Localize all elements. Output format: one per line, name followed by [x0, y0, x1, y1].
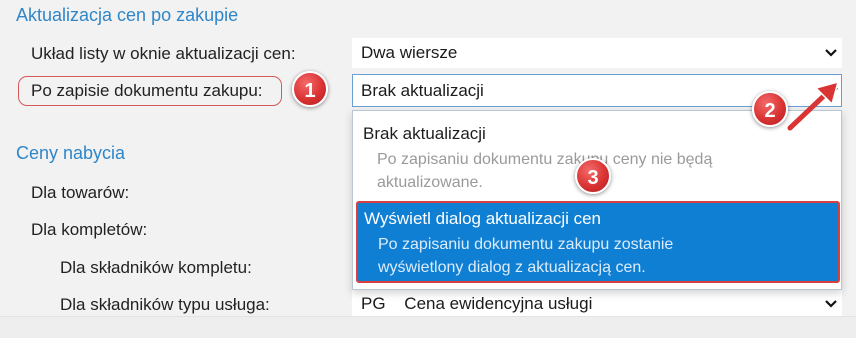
service-price-select[interactable]: PG Cena ewidencyjna usługi: [352, 289, 842, 319]
option-title: Brak aktualizacji: [363, 124, 486, 143]
set-components-label: Dla składników kompletu:: [60, 258, 252, 277]
option-description: Po zapisaniu dokumentu zakupu ceny nie b…: [377, 148, 712, 194]
list-layout-select[interactable]: Dwa wiersze: [352, 38, 842, 68]
panel-bottom-strip: [0, 316, 856, 338]
list-layout-value: Dwa wiersze: [361, 43, 458, 62]
annotation-arrow-icon: [787, 80, 840, 131]
sets-label: Dla kompletów:: [31, 220, 148, 239]
chevron-down-icon[interactable]: [824, 299, 838, 309]
option-title: Wyświetl dialog aktualizacji cen: [364, 209, 602, 228]
annotation-badge-1: 1: [292, 71, 328, 107]
service-price-value: Cena ewidencyjna usługi: [404, 294, 593, 313]
service-code: PG: [361, 294, 386, 313]
after-save-value: Brak aktualizacji: [361, 81, 484, 100]
option-description-line: Po zapisaniu dokumentu zakupu ceny nie b…: [377, 151, 713, 168]
section-title-price-update: Aktualizacja cen po zakupie: [16, 5, 239, 25]
after-save-label: Po zapisie dokumentu zakupu:: [31, 81, 263, 100]
goods-label: Dla towarów:: [31, 183, 130, 202]
list-layout-label: Układ listy w oknie aktualizacji cen:: [31, 44, 296, 63]
dropdown-option-show-dialog[interactable]: Wyświetl dialog aktualizacji cen Po zapi…: [356, 201, 840, 283]
option-description-line: Po zapisaniu dokumentu zakupu zostanie: [378, 236, 674, 253]
option-description-line: wyświetlony dialog z aktualizacją cen.: [378, 259, 646, 276]
option-description-line: aktualizowane.: [377, 174, 483, 191]
chevron-down-icon[interactable]: [824, 48, 838, 58]
option-description: Po zapisaniu dokumentu zakupu zostanie w…: [378, 233, 673, 279]
annotation-badge-3: 3: [575, 158, 611, 194]
annotation-badge-2: 2: [752, 91, 788, 127]
section-title-purchase-prices: Ceny nabycia: [16, 143, 126, 163]
service-components-label: Dla składników typu usługa:: [60, 295, 270, 314]
